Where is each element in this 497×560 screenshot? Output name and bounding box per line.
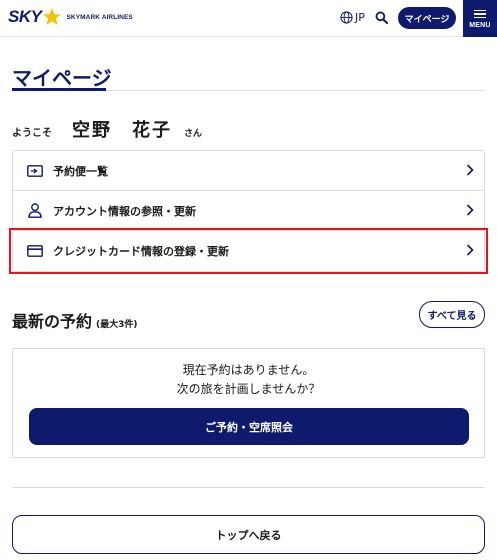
welcome-suffix: さん — [184, 129, 203, 139]
menu-item-label: アカウント情報の参照・更新 — [53, 204, 196, 218]
ticket-icon — [27, 163, 43, 179]
menu-item-reservations[interactable]: 予約便一覧 — [13, 151, 484, 191]
empty-reservations-card: 現在予約はありません。 次の旅を計画しませんか？ ご予約・空席照会 — [12, 348, 485, 458]
menu-item-account-info[interactable]: アカウント情報の参照・更新 — [13, 191, 484, 231]
menu-item-label: 予約便一覧 — [53, 164, 108, 178]
empty-message: 現在予約はありません。 — [182, 363, 315, 377]
section-title: 最新の予約 — [12, 312, 93, 331]
page-title: マイページ — [12, 66, 112, 90]
hamburger-icon — [474, 8, 486, 21]
see-all-button[interactable]: すべて見る — [419, 301, 485, 328]
book-search-button[interactable]: ご予約・空席照会 — [29, 408, 469, 445]
logo-sky-text: SKY — [8, 7, 42, 26]
globe-icon — [340, 11, 353, 24]
highlight-box — [9, 228, 488, 274]
chevron-right-icon — [466, 204, 474, 216]
language-label: JP — [355, 11, 365, 24]
chevron-right-icon — [466, 164, 474, 176]
mypage-button[interactable]: マイページ — [398, 7, 456, 29]
welcome-message: ようこそ 空野 花子 さん — [12, 116, 202, 142]
latest-reservations-heading: 最新の予約 (最大3件) — [12, 308, 138, 332]
language-switcher[interactable]: JP — [340, 11, 365, 24]
empty-prompt: 次の旅を計画しませんか？ — [176, 382, 321, 396]
welcome-prefix: ようこそ — [12, 128, 52, 139]
back-to-top-button[interactable]: トップへ戻る — [12, 515, 485, 554]
person-icon — [27, 203, 43, 219]
logo-airline-name: SKYMARK AIRLINES — [66, 13, 133, 21]
site-header: SKY SKYMARK AIRLINES JP マイページ MENU — [0, 0, 497, 37]
menu-label: MENU — [469, 22, 491, 30]
bottom-divider — [12, 487, 485, 488]
title-underline — [12, 88, 106, 91]
user-name: 空野 花子 — [72, 120, 172, 141]
search-icon[interactable] — [375, 11, 388, 24]
section-subtitle: (最大3件) — [96, 320, 138, 330]
menu-button[interactable]: MENU — [463, 0, 497, 37]
skymark-logo[interactable]: SKY SKYMARK AIRLINES — [8, 7, 133, 27]
star-icon — [43, 8, 62, 25]
